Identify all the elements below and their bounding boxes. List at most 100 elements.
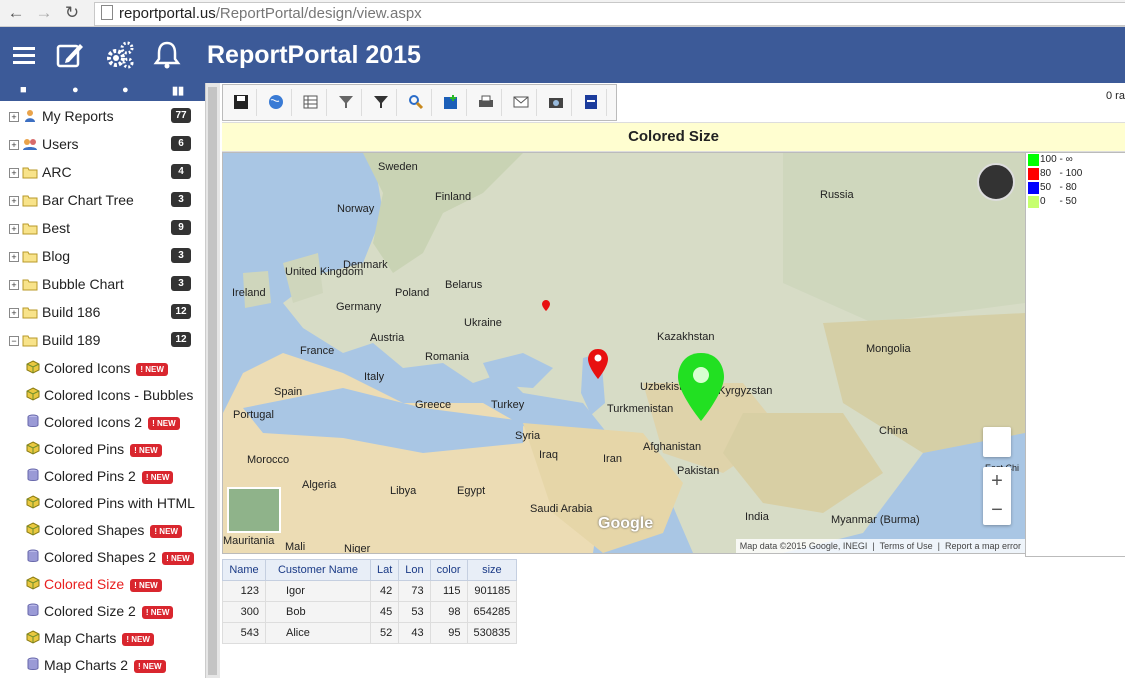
save-icon [234, 95, 248, 109]
back-icon[interactable]: ← [6, 3, 26, 23]
report-item[interactable]: Map Charts ! NEW [0, 626, 205, 653]
report-error-link[interactable]: Report a map error [945, 541, 1021, 551]
filter-edit-button[interactable] [367, 89, 397, 116]
column-header-lon[interactable]: Lon [398, 559, 431, 581]
binoculars-icon[interactable]: ▮▮ [172, 84, 184, 97]
report-label[interactable]: Colored Icons ! NEW [44, 360, 168, 376]
expand-icon[interactable]: + [9, 280, 19, 290]
column-header-name[interactable]: Name [222, 559, 266, 581]
color-legend: 100 - ∞ 80 - 100 50 - 80 0 - 50 [1025, 152, 1125, 557]
report-item[interactable]: Colored Shapes 2 ! NEW [0, 545, 205, 572]
count-badge: 6 [171, 136, 191, 151]
edit-icon[interactable] [54, 39, 86, 71]
print-button[interactable] [472, 89, 502, 116]
folder-item[interactable]: + Bar Chart Tree 3 [0, 188, 205, 216]
scrollbar-thumb[interactable] [208, 87, 217, 675]
report-label[interactable]: Colored Icons - Bubbles [44, 387, 193, 403]
zoom-out-button[interactable]: − [983, 496, 1011, 525]
expand-icon[interactable]: + [9, 308, 19, 318]
folder-item[interactable]: + Build 186 12 [0, 300, 205, 328]
table-cell: Igor [265, 580, 371, 602]
plus-icon[interactable]: ● [72, 84, 79, 96]
collapse-icon[interactable]: − [9, 336, 19, 346]
app-header: ReportPortal 2015 [0, 27, 1125, 83]
users-icon [22, 137, 38, 156]
new-badge: ! NEW [150, 525, 182, 538]
folder-item[interactable]: + Users 6 [0, 132, 205, 160]
table-row[interactable]: 300 Bob 45 53 98 654285 [222, 601, 518, 623]
column-header-color[interactable]: color [429, 559, 468, 581]
report-item[interactable]: Colored Icons ! NEW [0, 356, 205, 383]
marker-alice[interactable] [542, 300, 550, 311]
marker-bob[interactable] [588, 349, 608, 379]
minus-icon[interactable]: ● [122, 84, 129, 96]
report-item[interactable]: Map Charts 2 ! NEW [0, 653, 205, 680]
report-item[interactable]: Colored Icons 2 ! NEW [0, 410, 205, 437]
email-button[interactable] [507, 89, 537, 116]
report-label[interactable]: Map Charts ! NEW [44, 630, 154, 646]
report-label[interactable]: Map Charts 2 ! NEW [44, 657, 166, 673]
folder-item[interactable]: + Bubble Chart 3 [0, 272, 205, 300]
expand-icon[interactable]: + [9, 196, 19, 206]
globe-button[interactable] [262, 89, 292, 116]
table-cell: Bob [265, 601, 371, 623]
bell-icon[interactable] [151, 39, 183, 71]
sidebar: ■ ● ● ▮▮ + My Reports 77 + Users 6 + ARC 4 + Bar C… [0, 83, 206, 678]
zoom-in-button[interactable]: + [983, 467, 1011, 496]
camera-button[interactable] [542, 89, 572, 116]
table-row[interactable]: 123 Igor 42 73 115 901185 [222, 580, 518, 602]
save-button[interactable] [227, 89, 257, 116]
filter-button[interactable] [332, 89, 362, 116]
document-button[interactable] [577, 89, 607, 116]
expand-icon[interactable]: + [9, 224, 19, 234]
folder-item[interactable]: − Build 189 12 [0, 328, 205, 356]
report-label[interactable]: Colored Pins 2 ! NEW [44, 468, 174, 484]
address-bar[interactable]: reportportal.us/ReportPortal/design/view… [94, 2, 1125, 26]
report-item[interactable]: Colored Pins 2 ! NEW [0, 464, 205, 491]
report-label[interactable]: Colored Pins with HTML [44, 495, 195, 511]
expand-icon[interactable]: + [9, 252, 19, 262]
report-item[interactable]: Colored Pins with HTML [0, 491, 205, 518]
settings-icon[interactable] [104, 39, 136, 71]
column-header-lat[interactable]: Lat [369, 559, 400, 581]
reload-icon[interactable]: ↻ [62, 3, 82, 23]
report-name: Colored Icons 2 [44, 414, 143, 430]
report-item[interactable]: Colored Icons - Bubbles [0, 383, 205, 410]
pegman-icon[interactable] [983, 427, 1011, 457]
report-label[interactable]: Colored Shapes 2 ! NEW [44, 549, 194, 565]
folder-item[interactable]: + Blog 3 [0, 244, 205, 272]
terms-link[interactable]: Terms of Use [880, 541, 933, 551]
map[interactable]: Sweden Finland Norway Russia Denmark United K… [222, 152, 1026, 554]
search-button[interactable] [402, 89, 432, 116]
camera-icon [549, 98, 563, 108]
report-label[interactable]: Colored Size 2 ! NEW [44, 603, 174, 619]
folder-item[interactable]: + Best 9 [0, 216, 205, 244]
cube-icon [26, 441, 40, 460]
table-edit-button[interactable] [297, 89, 327, 116]
expand-icon[interactable]: + [9, 112, 19, 122]
report-name: Colored Pins 2 [44, 468, 136, 484]
save-as-button[interactable] [437, 89, 467, 116]
marker-igor[interactable] [678, 353, 724, 421]
column-header-customer-name[interactable]: Customer Name [265, 559, 371, 581]
column-header-size[interactable]: size [466, 559, 518, 581]
expand-icon[interactable]: + [9, 168, 19, 178]
folder-item[interactable]: + My Reports 77 [0, 104, 205, 132]
satellite-thumbnail[interactable] [227, 487, 281, 533]
menu-icon[interactable] [8, 39, 40, 71]
report-label[interactable]: Colored Icons 2 ! NEW [44, 414, 180, 430]
forward-icon[interactable]: → [34, 3, 54, 23]
table-row[interactable]: 543 Alice 52 43 95 530835 [222, 622, 518, 644]
avatar[interactable] [977, 163, 1015, 201]
report-item[interactable]: Colored Size ! NEW [0, 572, 205, 599]
report-label[interactable]: Colored Shapes ! NEW [44, 522, 182, 538]
sidebar-scrollbar[interactable] [205, 83, 220, 678]
report-item[interactable]: Colored Size 2 ! NEW [0, 599, 205, 626]
report-item[interactable]: Colored Shapes ! NEW [0, 518, 205, 545]
folder-item[interactable]: + ARC 4 [0, 160, 205, 188]
expand-icon[interactable]: + [9, 140, 19, 150]
report-item[interactable]: Colored Pins ! NEW [0, 437, 205, 464]
report-label[interactable]: Colored Pins ! NEW [44, 441, 162, 457]
report-label[interactable]: Colored Size ! NEW [44, 576, 162, 592]
folder-icon[interactable]: ■ [20, 84, 27, 96]
